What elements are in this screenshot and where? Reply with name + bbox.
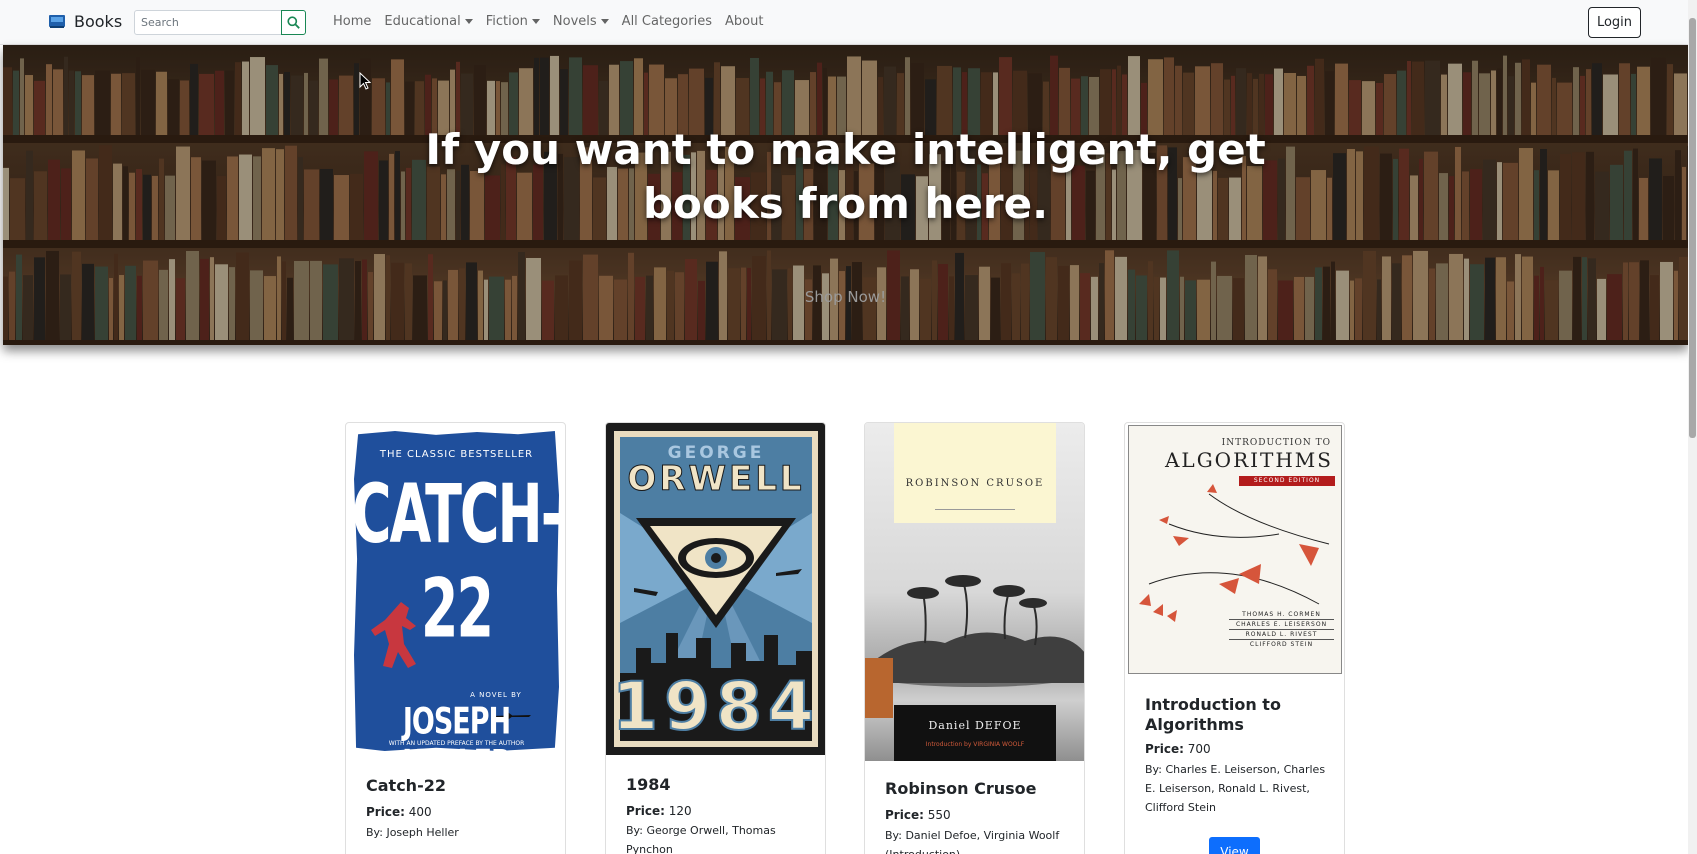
search-input[interactable] — [134, 10, 282, 35]
price-value: 400 — [408, 805, 432, 819]
book-price: Price: 400 — [366, 805, 432, 819]
nav-educational-label: Educational — [384, 14, 461, 29]
login-button[interactable]: Login — [1588, 7, 1641, 38]
navbar: Books Home Educational Fiction Novels Al… — [0, 0, 1688, 45]
cover-author-2: CHARLES E. LEISERSON — [1229, 620, 1334, 630]
cover-intro: Introduction by VIRGINIA WOOLF — [925, 741, 1025, 748]
nav-home-label: Home — [333, 14, 372, 29]
book-logo-icon — [49, 15, 65, 28]
price-label: Price: — [366, 805, 405, 819]
mouse-cursor-icon — [359, 72, 371, 90]
page-scrollbar[interactable] — [1688, 0, 1697, 854]
nav-links: Home Educational Fiction Novels All Cate… — [333, 14, 763, 29]
hero-banner: If you want to make intelligent, get boo… — [3, 45, 1688, 345]
price-value: 120 — [668, 804, 692, 818]
nav-all-categories-label: All Categories — [621, 14, 712, 29]
cover-author-4: CLIFFORD STEIN — [1249, 641, 1314, 648]
caret-down-icon — [464, 19, 473, 24]
book-title: Introduction to Algorithms — [1145, 695, 1281, 734]
search-icon — [287, 16, 300, 29]
cover-main-text: ROBINSON CRUSOE — [905, 478, 1045, 489]
cover-quote — [894, 429, 1056, 443]
cover-authors: THOMAS H. CORMEN CHARLES E. LEISERSON RO… — [1229, 610, 1334, 649]
shop-now-link[interactable]: Shop Now! — [3, 288, 1688, 306]
brand-link[interactable]: Books — [47, 11, 122, 31]
nav-fiction-label: Fiction — [485, 14, 528, 29]
nav-novels[interactable]: Novels — [553, 14, 609, 29]
book-cover-robinson-crusoe: ROBINSON CRUSOE Daniel DEFOE Introductio… — [865, 423, 1084, 761]
cover-line2: ALGORITHMS — [1164, 448, 1333, 472]
cover-author-1: THOMAS H. CORMEN — [1229, 610, 1334, 620]
cover-byline: A NOVEL BY — [470, 691, 522, 699]
cover-author-last: ORWELL — [627, 459, 805, 500]
search-form — [134, 10, 306, 35]
book-authors: By: George Orwell, Thomas Pynchon — [626, 824, 776, 854]
brand-name: Books — [74, 11, 123, 31]
price-value: 700 — [1187, 742, 1211, 756]
nav-novels-label: Novels — [552, 14, 597, 29]
book-authors: By: Charles E. Leiserson, Charles E. Lei… — [1145, 763, 1326, 814]
caret-down-icon — [600, 19, 609, 24]
nav-home[interactable]: Home — [333, 14, 371, 29]
scroll-thumb[interactable] — [1689, 18, 1696, 438]
book-title: 1984 — [626, 775, 671, 794]
cover-author: Daniel DEFOE — [928, 719, 1022, 732]
nav-about[interactable]: About — [725, 14, 763, 29]
book-title: Catch-22 — [366, 776, 446, 795]
nav-about-label: About — [725, 14, 764, 29]
price-value: 550 — [927, 808, 951, 822]
nav-educational[interactable]: Educational — [384, 14, 473, 29]
caret-down-icon — [531, 19, 540, 24]
book-card-robinson-crusoe: ROBINSON CRUSOE Daniel DEFOE Introductio… — [864, 422, 1085, 854]
cover-note: WITH AN UPDATED PREFACE BY THE AUTHOR — [388, 740, 525, 747]
cover-top-text: THE CLASSIC BESTSELLER — [379, 449, 534, 460]
book-card-introduction-to-algorithms: INTRODUCTION TO ALGORITHMS SECOND EDITIO… — [1124, 422, 1345, 854]
red-figure-illustration — [371, 602, 416, 668]
nav-fiction[interactable]: Fiction — [486, 14, 540, 29]
book-price: Price: 550 — [885, 808, 951, 822]
cover-author-3: RONALD L. RIVEST — [1229, 630, 1334, 640]
book-cover-1984: GEORGE ORWELL 1984 — [606, 423, 825, 755]
island-palm-illustration — [865, 575, 1084, 687]
book-card-1984: GEORGE ORWELL 1984 1984 Price: 120 By: G… — [605, 422, 826, 854]
book-authors: By: Joseph Heller — [366, 826, 459, 839]
book-card-catch-22: THE CLASSIC BESTSELLER CATCH-22 A NOVEL … — [345, 422, 566, 854]
book-price: Price: 120 — [626, 804, 692, 818]
book-cover-algorithms: INTRODUCTION TO ALGORITHMS SECOND EDITIO… — [1128, 425, 1342, 674]
view-button[interactable]: View — [1209, 837, 1260, 854]
book-cover-catch-22: THE CLASSIC BESTSELLER CATCH-22 A NOVEL … — [351, 427, 562, 755]
hero-title: If you want to make intelligent, get boo… — [425, 125, 1266, 228]
nav-all-categories[interactable]: All Categories — [622, 14, 712, 29]
book-authors: By: Daniel Defoe, Virginia Woolf (Introd… — [885, 829, 1060, 854]
book-title: Robinson Crusoe — [885, 779, 1037, 798]
book-price: Price: 700 — [1145, 742, 1211, 756]
cover-line1: INTRODUCTION TO — [1221, 438, 1331, 448]
search-button[interactable] — [281, 10, 306, 35]
price-label: Price: — [1145, 742, 1184, 756]
price-label: Price: — [885, 808, 924, 822]
cover-main-text: 1984 — [611, 667, 820, 746]
price-label: Price: — [626, 804, 665, 818]
